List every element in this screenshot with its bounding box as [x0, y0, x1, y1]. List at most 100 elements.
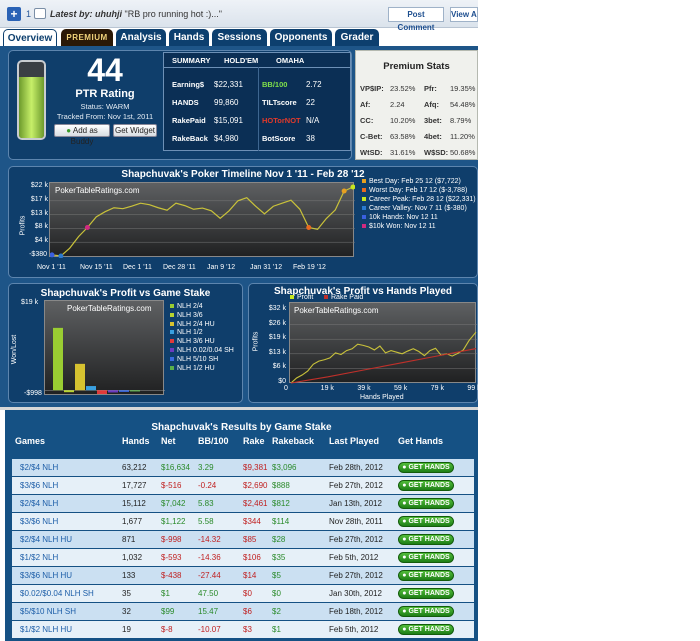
tab-premium[interactable]: PREMIUM: [61, 29, 113, 46]
legend-swatch: [290, 295, 294, 299]
stake-legend-item: NLH 2/4 HU: [170, 321, 215, 328]
premium-stats-title: Premium Stats: [383, 61, 450, 72]
tab-hands[interactable]: Hands: [169, 29, 209, 46]
get-hands-button[interactable]: ● GET HANDS: [398, 624, 454, 635]
game-link[interactable]: $1/$2 NLH: [20, 553, 58, 562]
game-link[interactable]: $3/$6 NLH: [20, 481, 58, 490]
tracked-from: Tracked From: Nov 1st, 2011: [56, 112, 154, 121]
add-buddy-button[interactable]: ● Add as Buddy: [54, 124, 110, 146]
table-cell: $888: [272, 481, 290, 490]
table-cell: 32: [122, 607, 131, 616]
game-link[interactable]: $2/$4 NLH HU: [20, 535, 72, 544]
tab-holdem[interactable]: HOLD'EM: [224, 56, 258, 65]
hands-y-tick: $13 k: [268, 348, 286, 356]
stake-legend-item: NLH 1/2: [170, 329, 203, 336]
game-link[interactable]: $2/$4 NLH: [20, 463, 58, 472]
table-cell: $3: [243, 625, 252, 634]
get-widget-button[interactable]: Get Widget: [113, 124, 157, 137]
timeline-marker: [350, 184, 355, 190]
hands-y-tick: $19 k: [268, 334, 286, 342]
table-cell: -10.07: [198, 625, 221, 634]
hands-plot: PokerTableRatings.com: [289, 302, 477, 384]
stake-legend-item: NLH 3/6 HU: [170, 338, 215, 345]
table-cell: 1,677: [122, 517, 143, 526]
ptr-gauge: [17, 60, 46, 140]
timeline-legend-item: Worst Day: Feb 17 12 ($-3,788): [362, 187, 467, 194]
get-hands-button[interactable]: ● GET HANDS: [398, 462, 454, 473]
tab-summary[interactable]: SUMMARY: [172, 56, 210, 65]
results-col-header: Rakeback: [272, 436, 315, 446]
get-hands-button[interactable]: ● GET HANDS: [398, 516, 454, 527]
table-cell: 5.83: [198, 499, 214, 508]
stake-bar: [97, 390, 107, 394]
get-hands-button[interactable]: ● GET HANDS: [398, 534, 454, 545]
timeline-x-tick: Jan 9 '12: [207, 264, 236, 271]
game-link[interactable]: $1/$2 NLH HU: [20, 625, 72, 634]
latest-comment[interactable]: Latest by: uhuhji "RB pro running hot :)…: [50, 9, 222, 19]
comment-bar: + 1 Latest by: uhuhji "RB pro running ho…: [0, 0, 478, 32]
table-row: $3/$6 NLH 1,677 $1,122 5.58 $344 $114 Nov 28th…: [12, 513, 474, 530]
timeline-legend-item: Career Peak: Feb 28 12 ($22,331): [362, 196, 476, 203]
get-hands-button[interactable]: ● GET HANDS: [398, 588, 454, 599]
hands-y-tick: $26 k: [268, 319, 286, 327]
game-link[interactable]: $2/$4 NLH: [20, 499, 58, 508]
game-link[interactable]: $3/$6 NLH: [20, 517, 58, 526]
legend-swatch: [170, 312, 174, 317]
view-all-button[interactable]: View All: [450, 7, 478, 22]
table-cell: 3.29: [198, 463, 214, 472]
legend-swatch: [362, 188, 366, 192]
tab-overview[interactable]: Overview: [3, 29, 57, 46]
game-link[interactable]: $5/$10 NLH SH: [20, 607, 76, 616]
post-comment-button[interactable]: Post Comment: [388, 7, 444, 32]
expand-plus-icon[interactable]: +: [7, 7, 21, 21]
table-cell: Jan 30th, 2012: [329, 589, 382, 598]
legend-swatch: [170, 304, 174, 308]
results-col-header: BB/100: [198, 436, 229, 446]
results-col-header: Games: [15, 436, 46, 446]
legend-swatch: [324, 295, 328, 299]
table-cell: 35: [122, 589, 131, 598]
player-status: Status: WARM: [80, 102, 130, 111]
premium-stat-label: Af:: [360, 100, 371, 109]
hands-x-tick: 19 k: [320, 385, 334, 392]
stake-legend-item: NLH 0.02/0.04 SH: [170, 347, 234, 354]
tab-sessions[interactable]: Sessions: [212, 29, 267, 46]
get-hands-button[interactable]: ● GET HANDS: [398, 498, 454, 509]
get-hands-button[interactable]: ● GET HANDS: [398, 606, 454, 617]
table-cell: $-8: [161, 625, 173, 634]
timeline-x-tick: Nov 15 '11: [80, 264, 113, 271]
tab-omaha[interactable]: OMAHA: [276, 56, 304, 65]
get-hands-button[interactable]: ● GET HANDS: [398, 570, 454, 581]
game-link[interactable]: $3/$6 NLH HU: [20, 571, 72, 580]
premium-stat-value: 54.48%: [450, 100, 476, 109]
stake-bar: [64, 390, 74, 393]
add-icon: ●: [66, 126, 73, 135]
table-cell: $106: [243, 553, 261, 562]
table-cell: $28: [272, 535, 286, 544]
tab-grader[interactable]: Grader: [335, 29, 379, 46]
table-row: $2/$4 NLH 63,212 $16,634 3.29 $9,381 $3,096 Fe…: [12, 459, 474, 476]
table-cell: Feb 27th, 2012: [329, 571, 383, 580]
stake-legend-item: NLH 5/10 SH: [170, 356, 218, 363]
legend-swatch: [362, 179, 366, 183]
hands-xlabel: Hands Played: [360, 394, 404, 401]
rakeback-value: $4,980: [214, 134, 239, 143]
legend-label: NLH 5/10 SH: [177, 355, 219, 363]
earnings-value: $22,331: [214, 80, 243, 89]
timeline-x-tick: Dec 1 '11: [123, 264, 152, 271]
get-hands-button[interactable]: ● GET HANDS: [398, 480, 454, 491]
legend-swatch: [170, 339, 174, 344]
tab-opponents[interactable]: Opponents: [270, 29, 332, 46]
table-cell: $2,690: [243, 481, 268, 490]
stake-title: Shapchuvak's Profit vs Game Stake: [40, 288, 211, 299]
timeline-legend-item: Career Valley: Nov 7 11 ($-380): [362, 205, 467, 212]
game-link[interactable]: $0.02/$0.04 NLH SH: [20, 589, 94, 598]
hands-y-tick: $32 k: [268, 305, 286, 312]
hands-legend-item: Rake Paid: [324, 294, 363, 301]
tab-analysis[interactable]: Analysis: [116, 29, 166, 46]
get-hands-button[interactable]: ● GET HANDS: [398, 552, 454, 563]
timeline-y-tick: $17 k: [30, 195, 48, 203]
table-cell: $6: [243, 607, 252, 616]
timeline-legend-item: $10k Won: Nov 12 11: [362, 223, 436, 230]
table-cell: $812: [272, 499, 290, 508]
